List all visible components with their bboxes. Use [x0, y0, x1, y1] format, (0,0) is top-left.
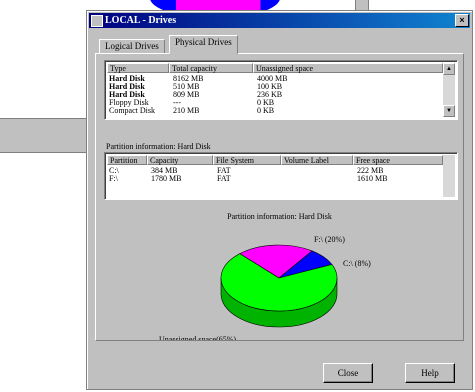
app-icon [91, 15, 103, 27]
close-button[interactable]: Close [323, 363, 373, 383]
drives-dialog: LOCAL - Drives × Logical Drives Physical… [86, 10, 473, 390]
tab-logical-drives[interactable]: Logical Drives [99, 39, 165, 54]
physical-drives-panel: Type Total capacity Unassigned space Har… [95, 53, 464, 341]
pie-label-2: Unassigned space(65%) [159, 335, 236, 340]
window-title: LOCAL - Drives [105, 15, 177, 26]
pie-label-0: F:\ (20%) [314, 235, 345, 244]
title-bar[interactable]: LOCAL - Drives × [89, 13, 470, 28]
tab-physical-drives[interactable]: Physical Drives [169, 35, 238, 54]
pie-label-1: C:\ (8%) [343, 259, 371, 268]
help-button[interactable]: Help [405, 363, 455, 383]
close-window-button[interactable]: × [455, 14, 469, 27]
partition-pie-chart: F:\ (20%) C:\ (8%) Unassigned space(65%) [159, 235, 371, 340]
